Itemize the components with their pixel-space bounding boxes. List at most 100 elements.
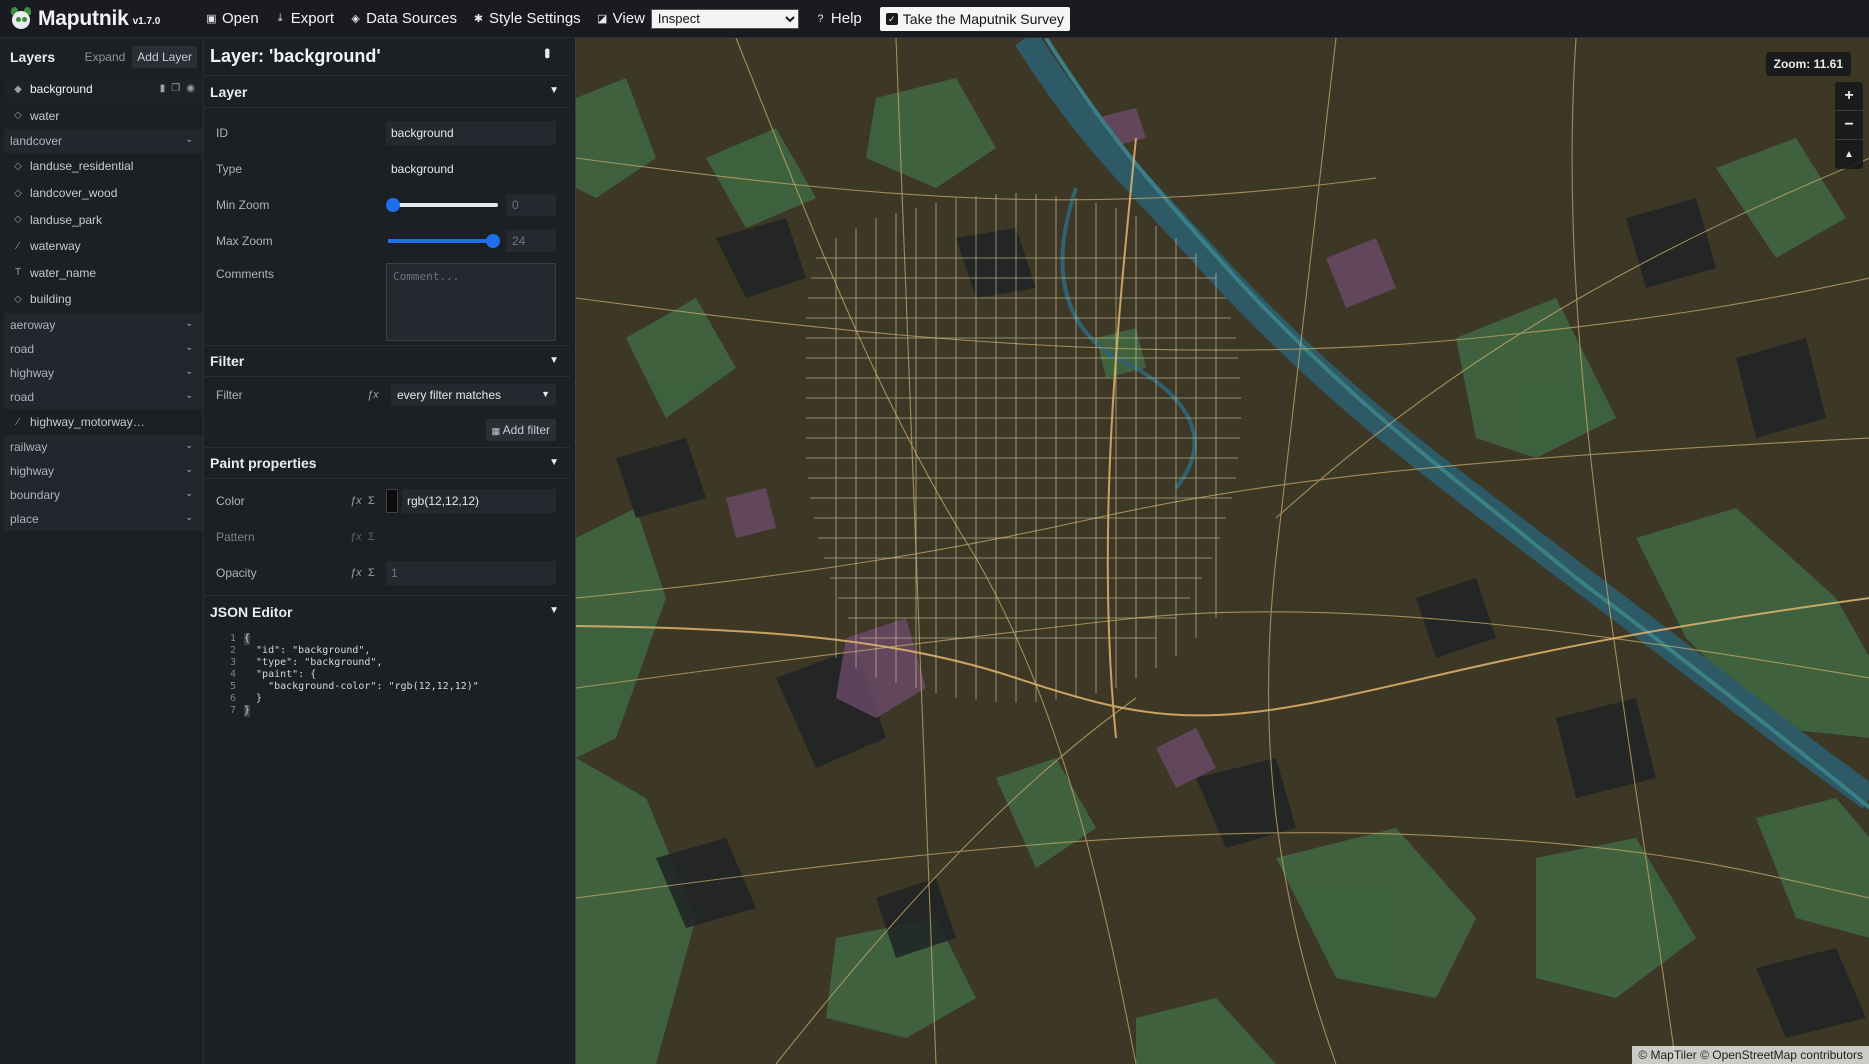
- layer-item-label: building: [30, 292, 72, 307]
- layer-item-water_name[interactable]: Twater_name: [4, 260, 203, 287]
- gear-icon: ✱: [473, 13, 484, 25]
- json-line: 4 "paint": {: [204, 669, 571, 681]
- json-line: 6 }: [204, 693, 571, 705]
- diamond-outline-icon: ◇: [14, 160, 22, 172]
- comments-row: Comments Comment...: [204, 259, 571, 345]
- layer-editor-panel: Layer: 'background' ••• Layer ▼ ID backgr…: [204, 38, 571, 1064]
- json-line-number: 4: [229, 669, 236, 680]
- export-button[interactable]: ⤓ Export: [275, 10, 334, 27]
- help-button[interactable]: ? Help: [815, 10, 861, 27]
- type-value: background: [391, 162, 454, 176]
- comments-textarea[interactable]: Comment...: [386, 263, 556, 341]
- data-sources-button[interactable]: ◈ Data Sources: [350, 10, 457, 27]
- layer-item-landuse_park[interactable]: ◇ landuse_park: [4, 206, 203, 233]
- collapse-icon: ▼: [549, 605, 559, 616]
- open-label: Open: [222, 10, 259, 27]
- json-editor[interactable]: 1{2 "id": "background", 3 "type": "backgr…: [204, 627, 571, 717]
- survey-button[interactable]: ✓ Take the Maputnik Survey: [879, 6, 1070, 31]
- layer-group-highway[interactable]: highway ⌄: [4, 360, 203, 385]
- layer-group-label: railway: [10, 440, 48, 455]
- function-icon[interactable]: ƒx: [367, 389, 379, 401]
- layer-group-landcover[interactable]: landcover ⌄: [4, 129, 203, 154]
- zoom-out-button[interactable]: −: [1835, 111, 1863, 140]
- layer-item-water[interactable]: ◇ water: [4, 103, 203, 130]
- zoom-level-badge: Zoom: 11.61: [1765, 52, 1851, 76]
- view-label: View: [612, 10, 645, 27]
- expand-button[interactable]: Expand: [80, 46, 131, 68]
- json-line-number: 3: [229, 657, 236, 668]
- data-sources-label: Data Sources: [366, 10, 457, 27]
- layer-section-header[interactable]: Layer ▼: [204, 76, 571, 108]
- layers-icon: ◈: [351, 13, 360, 25]
- open-button[interactable]: ▣ Open: [206, 10, 259, 27]
- sigma-icon[interactable]: Σ: [368, 567, 375, 579]
- json-editor-header[interactable]: JSON Editor ▼: [204, 595, 571, 627]
- toolbar: Maputnik v1.7.0 ▣ Open ⤓ Export ◈ Data Sour…: [0, 0, 1869, 38]
- max-zoom-slider[interactable]: [388, 234, 500, 248]
- paint-section-header[interactable]: Paint properties ▼: [204, 447, 571, 479]
- chevron-down-icon: ⌄: [185, 389, 193, 400]
- line-icon: ⁄: [17, 416, 19, 428]
- layer-group-railway[interactable]: railway ⌄: [4, 435, 203, 460]
- max-zoom-input[interactable]: 24: [506, 230, 556, 252]
- json-line: 3 "type": "background",: [204, 657, 571, 669]
- filter-row: Filter ƒx every filter matches ▼: [204, 377, 571, 413]
- min-zoom-slider[interactable]: [386, 198, 498, 212]
- layer-item-landuse_residential[interactable]: ◇ landuse_residential: [4, 153, 203, 180]
- opacity-input[interactable]: 1: [386, 561, 556, 585]
- max-zoom-row: Max Zoom 24: [204, 223, 571, 259]
- survey-label: Take the Maputnik Survey: [902, 10, 1064, 27]
- layer-group-boundary[interactable]: boundary ⌄: [4, 483, 203, 508]
- layer-item-waterway[interactable]: ⁄ waterway: [4, 233, 203, 260]
- json-line-number: 1: [229, 633, 236, 644]
- json-line-text: "paint": {: [244, 669, 317, 680]
- min-zoom-input[interactable]: 0: [506, 194, 556, 216]
- json-line-text: "type": "background",: [244, 657, 383, 668]
- layer-item-building[interactable]: ◇ building: [4, 286, 203, 313]
- compass-button[interactable]: ▲: [1835, 140, 1863, 169]
- pattern-row: Pattern ƒx Σ: [204, 519, 571, 555]
- view-select[interactable]: Inspect: [650, 8, 799, 29]
- json-line: 5 "background-color": "rgb(12,12,12)": [204, 681, 571, 693]
- trash-icon[interactable]: ▮: [160, 83, 166, 94]
- filter-section-header[interactable]: Filter ▼: [204, 345, 571, 377]
- add-layer-button[interactable]: Add Layer: [132, 46, 197, 68]
- add-filter-button[interactable]: ▦ Add filter: [485, 419, 556, 441]
- json-line-text: {: [244, 633, 251, 645]
- color-input[interactable]: rgb(12,12,12): [402, 489, 556, 513]
- chevron-down-icon: ▼: [541, 389, 550, 399]
- layer-item-landcover_wood[interactable]: ◇ landcover_wood: [4, 180, 203, 207]
- id-input[interactable]: background: [386, 121, 556, 145]
- max-zoom-slider-handle[interactable]: [486, 234, 500, 248]
- download-icon: ⤓: [277, 12, 283, 24]
- chevron-down-icon: ⌄: [185, 341, 193, 352]
- min-zoom-slider-handle[interactable]: [386, 198, 400, 212]
- zoom-in-button[interactable]: +: [1835, 82, 1863, 111]
- layer-group-highway[interactable]: highway ⌄: [4, 459, 203, 484]
- color-swatch[interactable]: [386, 489, 398, 513]
- app-logo[interactable]: Maputnik v1.7.0: [0, 6, 190, 31]
- layer-item-label: water_name: [30, 265, 97, 280]
- filter-combinator-select[interactable]: every filter matches ▼: [391, 384, 556, 406]
- sigma-icon[interactable]: Σ: [368, 495, 375, 507]
- layer-group-label: landcover: [10, 134, 63, 149]
- layer-item-background[interactable]: ◆ background ▮ ❐ ◉: [4, 76, 203, 103]
- layer-group-label: road: [10, 341, 35, 356]
- app-name: Maputnik: [38, 6, 129, 30]
- layer-group-road[interactable]: road ⌄: [4, 384, 203, 409]
- layer-group-road[interactable]: road ⌄: [4, 336, 203, 361]
- layer-section-title: Layer: [210, 83, 248, 100]
- layer-group-place[interactable]: place ⌄: [4, 507, 203, 532]
- map-canvas[interactable]: [576, 38, 1869, 1064]
- layer-group-aeroway[interactable]: aeroway ⌄: [4, 312, 203, 337]
- max-zoom-label: Max Zoom: [216, 234, 273, 248]
- function-icon[interactable]: ƒx: [350, 495, 362, 507]
- eye-icon[interactable]: ◉: [186, 83, 195, 94]
- layer-item-highway_motorway[interactable]: ⁄ highway_motorway…: [4, 409, 203, 436]
- layer-item-label: landuse_park: [30, 212, 103, 227]
- more-options-icon[interactable]: •••: [537, 48, 555, 56]
- copy-icon[interactable]: ❐: [171, 83, 180, 94]
- style-settings-button[interactable]: ✱ Style Settings: [473, 10, 581, 27]
- map-view[interactable]: Zoom: 11.61 + − ▲ © MapTiler © OpenStree…: [575, 38, 1869, 1064]
- function-icon[interactable]: ƒx: [350, 567, 362, 579]
